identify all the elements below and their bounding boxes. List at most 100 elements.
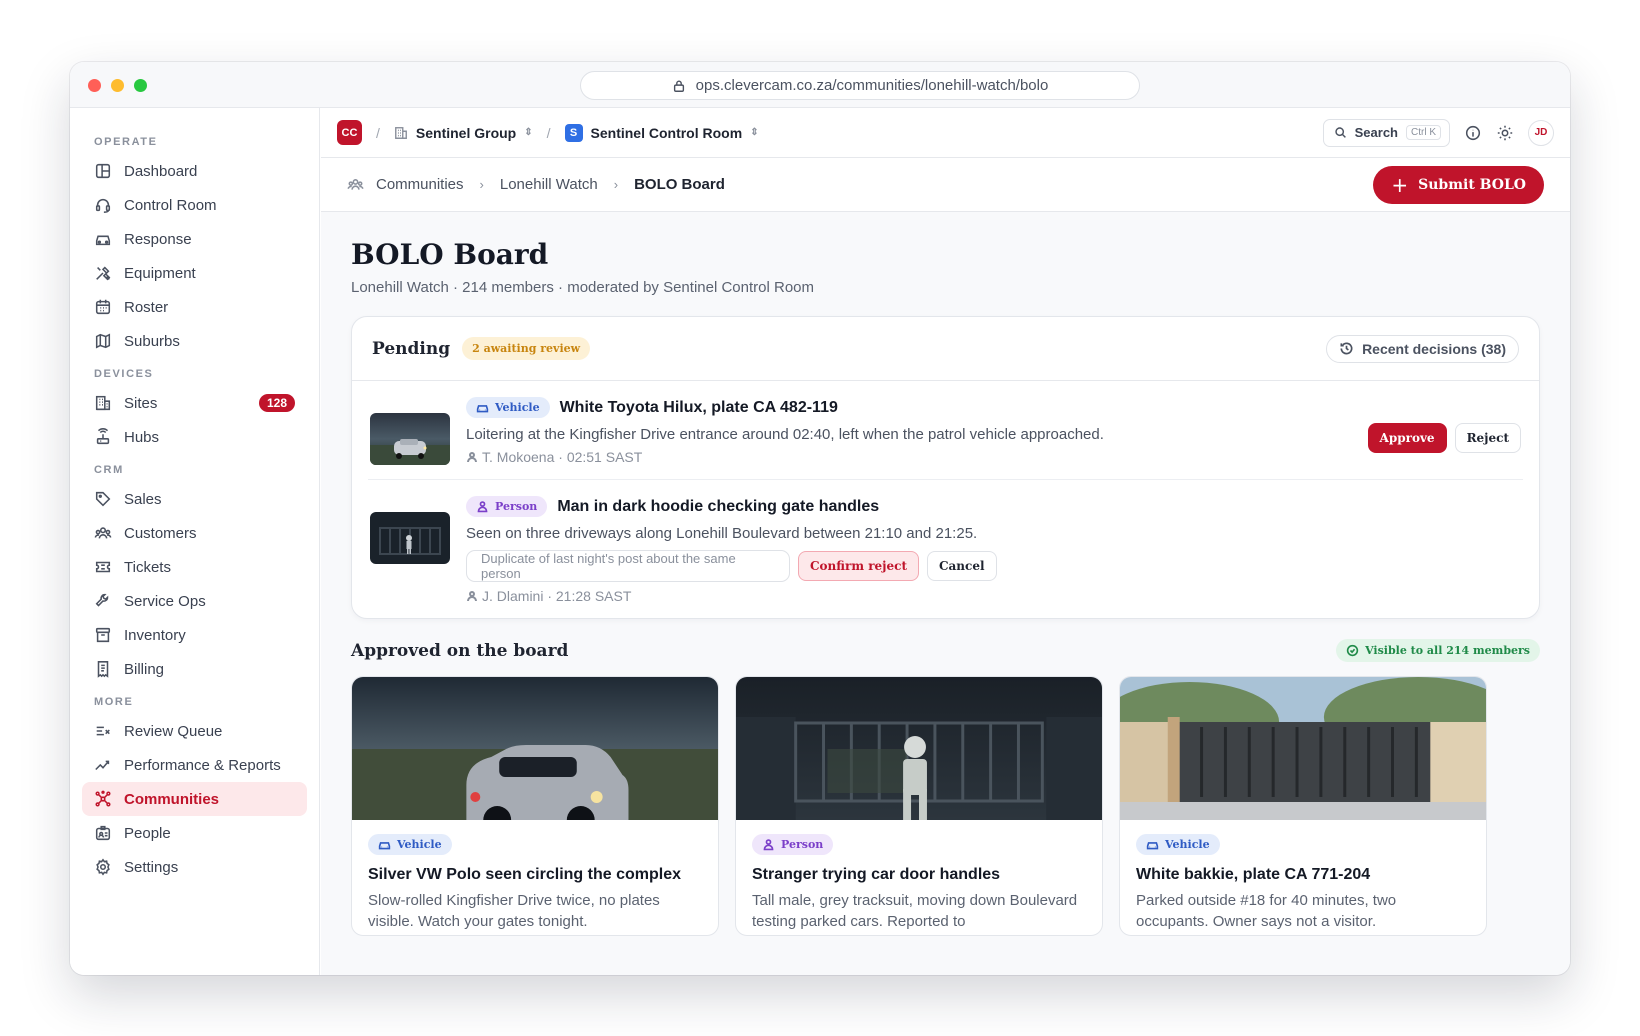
breadcrumb-lonehill-watch[interactable]: Lonehill Watch: [500, 176, 598, 193]
bolo-card-image: [352, 677, 718, 820]
tag-label: Vehicle: [397, 838, 442, 851]
control-room-logo: S: [564, 123, 583, 142]
pending-thumbnail[interactable]: [370, 413, 450, 465]
tools-icon: [96, 266, 111, 281]
list-check-icon: [96, 726, 110, 736]
user-icon: [467, 452, 477, 463]
bolo-card[interactable]: Vehicle White bakkie, plate CA 771-204 P…: [1119, 676, 1487, 936]
sidebar-item-tickets[interactable]: Tickets: [82, 550, 307, 584]
network-icon: [95, 790, 111, 807]
sidebar-item-response[interactable]: Response: [82, 222, 307, 256]
gear-icon: [96, 858, 110, 876]
sidebar-item-label: Control Room: [124, 196, 217, 214]
sidebar-item-label: Tickets: [124, 558, 171, 576]
visibility-label: Visible to all 214 members: [1365, 644, 1530, 657]
reject-reason-input[interactable]: Duplicate of last night's post about the…: [466, 550, 790, 582]
sidebar-item-label: Hubs: [124, 428, 160, 446]
top-bar: CC / Sentinel Group ⇕ / S Sentinel Contr…: [321, 108, 1570, 158]
confirm-reject-button[interactable]: Confirm reject: [798, 551, 919, 581]
sidebar-item-roster[interactable]: Roster: [82, 290, 307, 324]
car-icon: [476, 405, 489, 413]
sidebar-item-dashboard[interactable]: Dashboard: [82, 154, 307, 188]
user-avatar[interactable]: JD: [1528, 119, 1554, 146]
org-logo[interactable]: CC: [337, 120, 362, 145]
sidebar-item-sites[interactable]: Sites 128: [82, 386, 307, 420]
tag-label: Vehicle: [1165, 838, 1210, 851]
approved-cards: Vehicle Silver VW Polo seen circling the…: [351, 676, 1540, 936]
group-selector[interactable]: Sentinel Group ⇕: [394, 125, 533, 141]
control-room-name: Sentinel Control Room: [590, 124, 743, 141]
sidebar-item-service-ops[interactable]: Service Ops: [82, 584, 307, 618]
sidebar-item-label: Settings: [124, 858, 179, 876]
sidebar-item-label: Billing: [124, 660, 165, 678]
sidebar-item-billing[interactable]: Billing: [82, 652, 307, 686]
bolo-card[interactable]: Person Stranger trying car door handles …: [735, 676, 1103, 936]
bolo-card[interactable]: Vehicle Silver VW Polo seen circling the…: [351, 676, 719, 936]
submit-bolo-button[interactable]: + Submit BOLO: [1373, 165, 1544, 204]
user-icon: [763, 839, 774, 851]
sidebar-item-control-room[interactable]: Control Room: [82, 188, 307, 222]
address-bar[interactable]: ops.clevercam.co.za/communities/lonehill…: [580, 71, 1140, 100]
pending-card: Pending 2 awaiting review Recent decisio…: [351, 316, 1540, 619]
sidebar-item-label: Communities: [124, 790, 220, 808]
pending-item-description: Loitering at the Kingfisher Drive entran…: [466, 426, 1104, 443]
archive-icon: [95, 627, 111, 643]
breadcrumb-communities[interactable]: Communities: [376, 176, 464, 193]
search-button[interactable]: Search Ctrl K: [1322, 118, 1450, 147]
approve-button[interactable]: Approve: [1367, 423, 1447, 453]
person-tag: Person: [752, 834, 834, 855]
chevron-updown-icon: ⇕: [750, 127, 759, 138]
control-room-selector[interactable]: S Sentinel Control Room ⇕: [564, 123, 759, 142]
sidebar: OPERATE Dashboard Control Room Response …: [70, 108, 320, 975]
nav-section-crm: CRM: [94, 464, 124, 476]
trend-icon: [95, 760, 110, 771]
plus-icon: +: [1391, 172, 1409, 197]
sidebar-item-sales[interactable]: Sales: [82, 482, 307, 516]
tag-label: Vehicle: [495, 401, 540, 414]
bolo-card-description: Slow-rolled Kingfisher Drive twice, no p…: [368, 892, 660, 930]
users-icon: [94, 527, 112, 539]
cancel-button[interactable]: Cancel: [926, 551, 997, 581]
bolo-card-title: Stranger trying car door handles: [752, 866, 1001, 883]
ticket-icon: [95, 561, 111, 573]
building-icon: [95, 395, 111, 411]
bolo-card-image: [736, 677, 1102, 820]
sidebar-item-review-queue[interactable]: Review Queue: [82, 714, 307, 748]
sidebar-item-performance-reports[interactable]: Performance & Reports: [82, 748, 307, 782]
info-button[interactable]: [1464, 124, 1482, 142]
pending-item-description: Seen on three driveways along Lonehill B…: [466, 525, 978, 542]
close-window-button[interactable]: [88, 79, 101, 92]
sun-icon: [1497, 125, 1513, 140]
reject-button[interactable]: Reject: [1454, 423, 1521, 453]
visibility-badge: Visible to all 214 members: [1336, 639, 1540, 662]
layout-icon: [95, 163, 111, 179]
users-icon: [347, 179, 364, 190]
sidebar-item-suburbs[interactable]: Suburbs: [82, 324, 307, 358]
pending-thumbnail[interactable]: [370, 512, 450, 564]
separator: /: [376, 124, 380, 141]
recent-decisions-button[interactable]: Recent decisions (38): [1326, 334, 1519, 363]
sidebar-item-inventory[interactable]: Inventory: [82, 618, 307, 652]
sidebar-item-communities[interactable]: Communities: [82, 782, 307, 816]
maximize-window-button[interactable]: [134, 79, 147, 92]
theme-toggle[interactable]: [1496, 124, 1514, 142]
separator: /: [546, 124, 551, 141]
user-icon: [467, 591, 477, 602]
sidebar-item-equipment[interactable]: Equipment: [82, 256, 307, 290]
sidebar-item-settings[interactable]: Settings: [82, 850, 307, 884]
recent-decisions-label: Recent decisions (38): [1362, 340, 1506, 357]
sidebar-item-customers[interactable]: Customers: [82, 516, 307, 550]
page-title: BOLO Board: [351, 238, 549, 271]
sidebar-item-hubs[interactable]: Hubs: [82, 420, 307, 454]
pending-item-meta: T. Mokoena · 02:51 SAST: [466, 449, 1523, 465]
sidebar-item-label: Service Ops: [124, 592, 206, 610]
pending-item-meta: J. Dlamini · 21:28 SAST: [466, 588, 1523, 604]
person-photo: [736, 677, 1102, 820]
sidebar-item-label: Response: [124, 230, 192, 248]
bolo-card-title: Silver VW Polo seen circling the complex: [368, 866, 681, 883]
bolo-card-description: Tall male, grey tracksuit, moving down B…: [752, 892, 1078, 930]
sidebar-item-people[interactable]: People: [82, 816, 307, 850]
sidebar-item-label: Sales: [124, 490, 162, 508]
minimize-window-button[interactable]: [111, 79, 124, 92]
vehicle-photo: [370, 413, 450, 465]
